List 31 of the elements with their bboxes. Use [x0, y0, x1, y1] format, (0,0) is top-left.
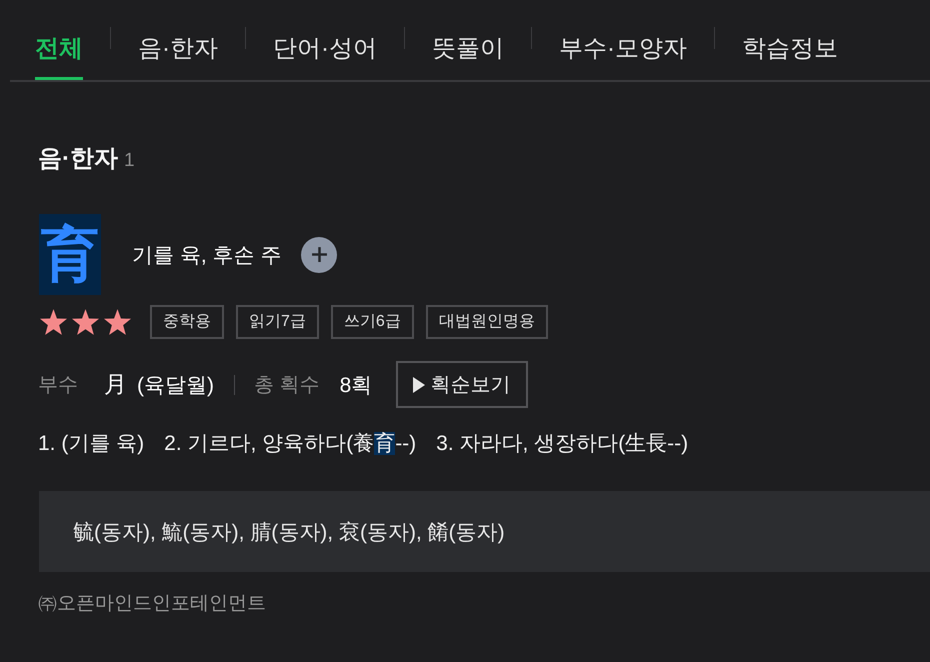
star-icon [40, 309, 67, 335]
tab[interactable]: 학습정보 [742, 0, 838, 80]
stroke-count-label: 총 획수 [254, 373, 320, 398]
level-tag: 중학용 [150, 305, 224, 339]
play-icon [413, 376, 426, 392]
hanja-character[interactable]: 育 [39, 214, 101, 295]
level-tag: 쓰기6급 [330, 305, 414, 339]
tab[interactable]: 단어·성어 [273, 0, 377, 80]
tab[interactable]: 부수·모양자 [559, 0, 687, 80]
stroke-order-button[interactable]: 획순보기 [396, 361, 528, 408]
meaning-text: 1. (기를 육) [38, 431, 144, 457]
result-count: 1 [124, 149, 135, 173]
stroke-count: 8획 [340, 372, 372, 398]
level-tag: 읽기7급 [236, 305, 319, 339]
variant-characters: 毓(동자), 鯍(동자), 腈(동자), 袞(동자), 餚(동자) [73, 520, 505, 546]
meaning-text: 3. 자라다, 생장하다(生長--) [436, 431, 688, 457]
radical-label: 부수 [38, 373, 78, 398]
section-title: 음·한자 [38, 144, 118, 174]
tab[interactable]: 뜻풀이 [432, 0, 504, 80]
hanja-reading[interactable]: 기를 육, 후손 주 [132, 240, 282, 268]
copyright-text: ㈜오픈마인드인포테인먼트 [38, 593, 266, 614]
level-tag: 대법원인명용 [426, 305, 548, 339]
add-button[interactable] [301, 236, 338, 272]
tab[interactable]: 음·한자 [138, 0, 218, 80]
star-icon [72, 309, 99, 335]
meaning-text: 2. 기르다, 양육하다(養育--) [164, 431, 416, 457]
plus-icon [310, 246, 328, 263]
radical-character[interactable]: 月 [104, 369, 127, 400]
tab[interactable]: 전체 [35, 0, 83, 80]
star-icon [104, 309, 131, 335]
radical-name: (육달월) [137, 372, 214, 398]
